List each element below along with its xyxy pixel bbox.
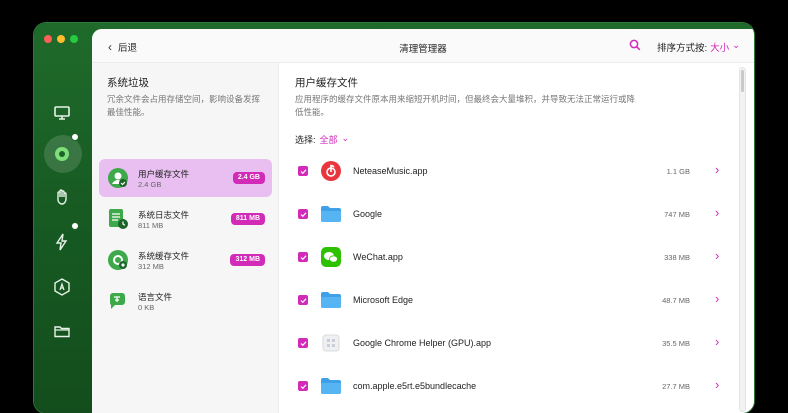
category-name: 用户缓存文件 [138,169,190,179]
page-title: 清理管理器 [399,44,447,55]
item-name: Microsoft Edge [353,295,414,305]
notification-dot [71,222,79,230]
chevron-right-icon[interactable]: › [715,377,719,392]
category-item-system-cache[interactable]: 系统缓存文件 312 MB 312 MB [99,241,272,279]
category-size: 811 MB [138,221,164,230]
chevron-right-icon[interactable]: › [715,334,719,349]
folder-icon [321,206,341,222]
system-cache-icon [108,250,128,270]
size-badge: 2.4 GB [232,172,265,184]
list-item[interactable]: WeChat.app 338 MB › [295,238,719,274]
file-list-pane: 用户缓存文件 应用程序的缓存文件原本用来缩短开机时间，但最终会大量堆积，并导致无… [280,63,754,413]
window-controls [44,35,78,43]
chevron-right-icon[interactable]: › [715,205,719,220]
sort-value: 大小 [710,43,730,54]
item-size: 35.5 MB [662,339,690,348]
category-name: 系统缓存文件 [138,251,190,261]
chevron-right-icon[interactable]: › [715,291,719,306]
category-heading: 系统垃圾 [107,77,149,89]
file-list-description: 应用程序的缓存文件原本用来缩短开机时间，但最终会大量堆积，并导致无法正常运行或降… [295,94,636,117]
app-window: ‹ 后退 清理管理器 排序方式按: 大小 ⌄ 系统垃圾 冗余文件会占用存储空间，… [34,23,754,413]
checkbox[interactable] [298,252,308,262]
folder-icon [321,378,341,394]
checkbox[interactable] [298,338,308,348]
user-cache-icon [108,168,128,188]
item-name: Google Chrome Helper (GPU).app [353,338,492,348]
monitor-icon[interactable] [48,99,76,127]
category-item-system-logs[interactable]: 系统日志文件 811 MB 811 MB [99,200,272,238]
list-item[interactable]: NeteaseMusic.app 1.1 GB › [295,152,719,188]
file-list-heading: 用户缓存文件 [295,77,358,89]
folder-icon [321,292,341,308]
system-logs-icon [109,209,128,229]
minimize-button[interactable] [57,35,65,43]
netease-music-icon [321,161,341,181]
close-button[interactable] [44,35,52,43]
wechat-icon [321,247,341,267]
toolbar: ‹ 后退 清理管理器 排序方式按: 大小 ⌄ [92,29,754,63]
list-item[interactable]: Google Chrome Helper (GPU).app 35.5 MB › [295,324,719,360]
item-size: 48.7 MB [662,296,690,305]
select-filter[interactable]: 选择: 全部 ⌄ [295,133,349,146]
category-size: 2.4 GB [138,180,162,189]
filter-label: 选择: [295,135,316,145]
scrollbar[interactable] [739,67,746,412]
item-name: Google [353,209,383,219]
scrollbar-thumb[interactable] [741,70,744,92]
app-store-icon[interactable] [48,273,76,301]
search-icon[interactable] [629,39,641,51]
category-item-language-files[interactable]: 语言文件 0 KB [99,282,272,320]
chevron-down-icon: ⌄ [732,40,741,51]
notification-dot [71,133,79,141]
category-name: 语言文件 [138,292,173,302]
item-size: 747 MB [664,210,690,219]
filter-value: 全部 [319,135,338,145]
item-size: 1.1 GB [666,167,690,176]
zoom-button[interactable] [70,35,78,43]
size-badge: 811 MB [230,213,265,225]
item-name: com.apple.e5rt.e5bundlecache [353,381,477,391]
category-size: 0 KB [138,303,155,312]
chevron-right-icon[interactable]: › [715,162,719,177]
checkbox[interactable] [298,381,308,391]
hand-icon[interactable] [48,183,76,211]
list-item[interactable]: com.apple.e5rt.e5bundlecache 27.7 MB › [295,367,719,403]
list-item[interactable]: Google 747 MB › [295,195,719,231]
checkbox[interactable] [298,295,308,305]
category-name: 系统日志文件 [138,210,190,220]
checkbox[interactable] [298,166,308,176]
category-description: 冗余文件会占用存储空间，影响设备发挥最佳性能。 [107,94,261,117]
sort-dropdown[interactable]: 排序方式按: 大小 ⌄ [657,40,740,54]
list-item[interactable]: Microsoft Edge 48.7 MB › [295,281,719,317]
chevron-right-icon[interactable]: › [715,248,719,263]
folder-icon[interactable] [48,317,76,345]
checkbox[interactable] [298,209,308,219]
size-badge: 312 MB [230,254,265,266]
language-files-icon [110,293,125,309]
chevron-down-icon: ⌄ [341,133,350,143]
bolt-icon[interactable] [48,228,76,256]
category-size: 312 MB [138,262,164,271]
item-size: 27.7 MB [662,382,690,391]
item-size: 338 MB [664,253,690,262]
category-item-user-cache[interactable]: 用户缓存文件 2.4 GB 2.4 GB [99,159,272,197]
sort-label: 排序方式按: [657,43,708,54]
main-panel: ‹ 后退 清理管理器 排序方式按: 大小 ⌄ 系统垃圾 冗余文件会占用存储空间，… [92,29,754,413]
item-name: WeChat.app [353,252,403,262]
smart-scan-icon[interactable] [48,140,76,168]
category-pane: 系统垃圾 冗余文件会占用存储空间，影响设备发挥最佳性能。 用户缓存文件 2.4 … [92,63,279,413]
app-generic-icon [322,334,340,352]
item-name: NeteaseMusic.app [353,166,428,176]
